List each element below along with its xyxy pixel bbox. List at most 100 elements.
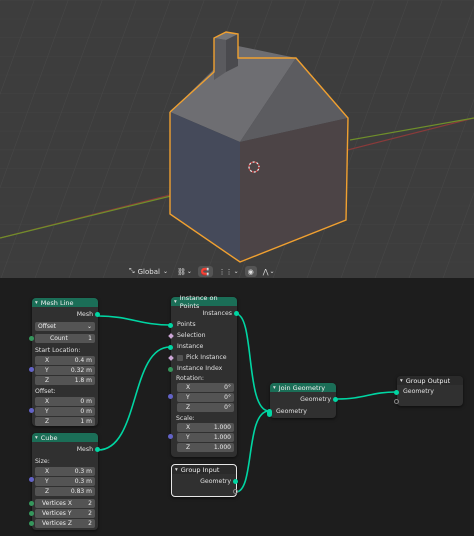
orientation-label: Global [137,267,160,276]
offset-z-field[interactable]: Z 1 m [35,417,95,426]
size-label: Size: [35,458,50,465]
rotation-x-field[interactable]: X 0° [177,383,234,392]
vertices-x-field[interactable]: Vertices X 2 [35,499,95,508]
group-output-header[interactable]: ▾ Group Output [397,376,463,385]
chevron-down-icon[interactable]: ▾ [400,378,403,384]
rotation-label: Rotation: [176,375,204,382]
scale-z-field[interactable]: Z 1.000 [177,443,234,452]
cube-node[interactable]: ▾ Cube Mesh Size: X 0.3 m Y 0.3 m Z 0.83… [29,433,100,530]
chevron-down-icon[interactable]: ▾ [273,385,276,391]
axis-label: X [45,398,50,405]
join-geometry-node[interactable]: ▾ Join Geometry Geometry Geometry [267,383,338,418]
group-output-node[interactable]: ▾ Group Output Geometry [394,376,463,406]
geometry-node-editor[interactable]: ▾ Mesh Line Mesh Offset ⌄ Count 1 Start … [0,280,474,536]
scale-y-field[interactable]: Y 1.000 [177,433,234,442]
chevron-down-icon: ⌄ [162,268,168,275]
mesh-line-node[interactable]: ▾ Mesh Line Mesh Offset ⌄ Count 1 Start … [29,298,100,426]
chevron-down-icon[interactable]: ▾ [174,299,177,305]
instances-output-row: Instances [171,309,237,318]
offset-y-field[interactable]: Y 0 m [35,407,95,416]
group-output-geometry-label: Geometry [403,388,434,395]
rotation-y-value: 0° [224,394,231,401]
size-z-field[interactable]: Z 0.83 m [35,487,95,496]
join-geometry-output-row: Geometry [270,395,336,404]
chevron-down-icon[interactable]: ▾ [35,300,38,306]
chevron-down-icon[interactable]: ▾ [35,435,38,441]
mesh-line-header[interactable]: ▾ Mesh Line [32,298,98,307]
start-z-field[interactable]: Z 1.8 m [35,376,95,385]
transform-orientation-dropdown[interactable]: ⤡ Global ⌄ [126,266,171,277]
link-mesh-line-to-points[interactable] [97,315,171,326]
vertices-x-label: Vertices X [42,500,72,507]
start-location-socket[interactable] [29,367,34,372]
proportional-editing-toggle[interactable]: ◉ [244,266,257,277]
pick-instance-row[interactable]: Pick Instance [171,353,237,362]
axis-label: X [45,468,50,475]
falloff-curve-icon: ⋀ [262,267,269,276]
group-input-header[interactable]: ▾ Group Input [172,465,236,474]
falloff-dropdown[interactable]: ⋀ ⌄ [260,266,278,277]
cube-mesh-output-label: Mesh [76,446,93,453]
start-x-field[interactable]: X 0.4 m [35,356,95,365]
instance-on-points-header[interactable]: ▾ Instance on Points [171,294,237,310]
instance-index-label: Instance Index [177,365,223,372]
vertices-x-socket[interactable] [29,501,34,506]
start-y-field[interactable]: Y 0.32 m [35,366,95,375]
count-value: 1 [88,335,92,342]
vertices-y-field[interactable]: Vertices Y 2 [35,509,95,518]
offset-z-value: 1 m [80,418,92,425]
size-socket[interactable] [29,477,34,482]
group-output-empty-socket[interactable] [394,399,399,404]
vertices-z-value: 2 [88,520,92,527]
instances-output-socket[interactable] [234,311,239,316]
offset-x-field[interactable]: X 0 m [35,397,95,406]
instance-on-points-node[interactable]: ▾ Instance on Points Instances Points Se… [168,294,239,457]
cube-mesh-output-row: Mesh [32,445,98,454]
join-geometry-header[interactable]: ▾ Join Geometry [270,383,336,392]
count-socket[interactable] [29,336,34,341]
size-y-field[interactable]: Y 0.3 m [35,477,95,486]
vertices-y-label: Vertices Y [42,510,72,517]
size-x-field[interactable]: X 0.3 m [35,467,95,476]
pivot-point-dropdown[interactable]: ⛓ ⌄ [174,266,195,277]
snap-grid-icon: ⋮⋮ [218,267,233,276]
link-cube-to-instance[interactable] [97,346,171,451]
link-group-input-to-join[interactable] [235,410,270,493]
snap-target-dropdown[interactable]: ⋮⋮ ⌄ [216,266,242,277]
scale-socket[interactable] [168,434,173,439]
vertices-z-socket[interactable] [29,521,34,526]
chevron-down-icon[interactable]: ▾ [175,467,178,473]
rotation-socket[interactable] [168,394,173,399]
group-input-geometry-socket[interactable] [233,479,238,484]
selection-row: Selection [171,331,237,340]
snap-toggle[interactable]: 🧲 [197,266,213,277]
group-input-empty-socket[interactable] [233,489,238,494]
link-join-to-output[interactable] [336,391,397,400]
group-input-node[interactable]: ▾ Group Input Geometry [171,464,238,497]
link-instances-to-join[interactable] [235,313,270,412]
axis-label: X [186,384,191,391]
cube-mesh-output-socket[interactable] [95,447,100,452]
chevron-down-icon: ⌄ [86,323,92,330]
scale-x-field[interactable]: X 1.000 [177,423,234,432]
offset-socket[interactable] [29,408,34,413]
3d-viewport[interactable]: ⤡ Global ⌄ ⛓ ⌄ 🧲 ⋮⋮ ⌄ ◉ ⋀ ⌄ [0,0,474,278]
pick-instance-checkbox[interactable] [177,354,183,361]
count-field[interactable]: Count 1 [35,334,95,343]
vertices-z-field[interactable]: Vertices Z 2 [35,519,95,528]
vertices-y-value: 2 [88,510,92,517]
axis-label: Z [45,377,50,384]
instance-on-points-title: Instance on Points [179,293,218,310]
mesh-output-socket[interactable] [95,312,100,317]
mode-dropdown[interactable]: Offset ⌄ [35,322,95,331]
chevron-down-icon: ⌄ [233,268,239,275]
offset-x-value: 0 m [80,398,92,405]
vertices-z-label: Vertices Z [42,520,72,527]
join-geometry-output-socket[interactable] [333,397,338,402]
rotation-y-field[interactable]: Y 0° [177,393,234,402]
vertices-x-value: 2 [88,500,92,507]
instances-output-label: Instances [202,310,232,317]
cube-header[interactable]: ▾ Cube [32,433,98,442]
rotation-z-field[interactable]: Z 0° [177,403,234,412]
vertices-y-socket[interactable] [29,511,34,516]
